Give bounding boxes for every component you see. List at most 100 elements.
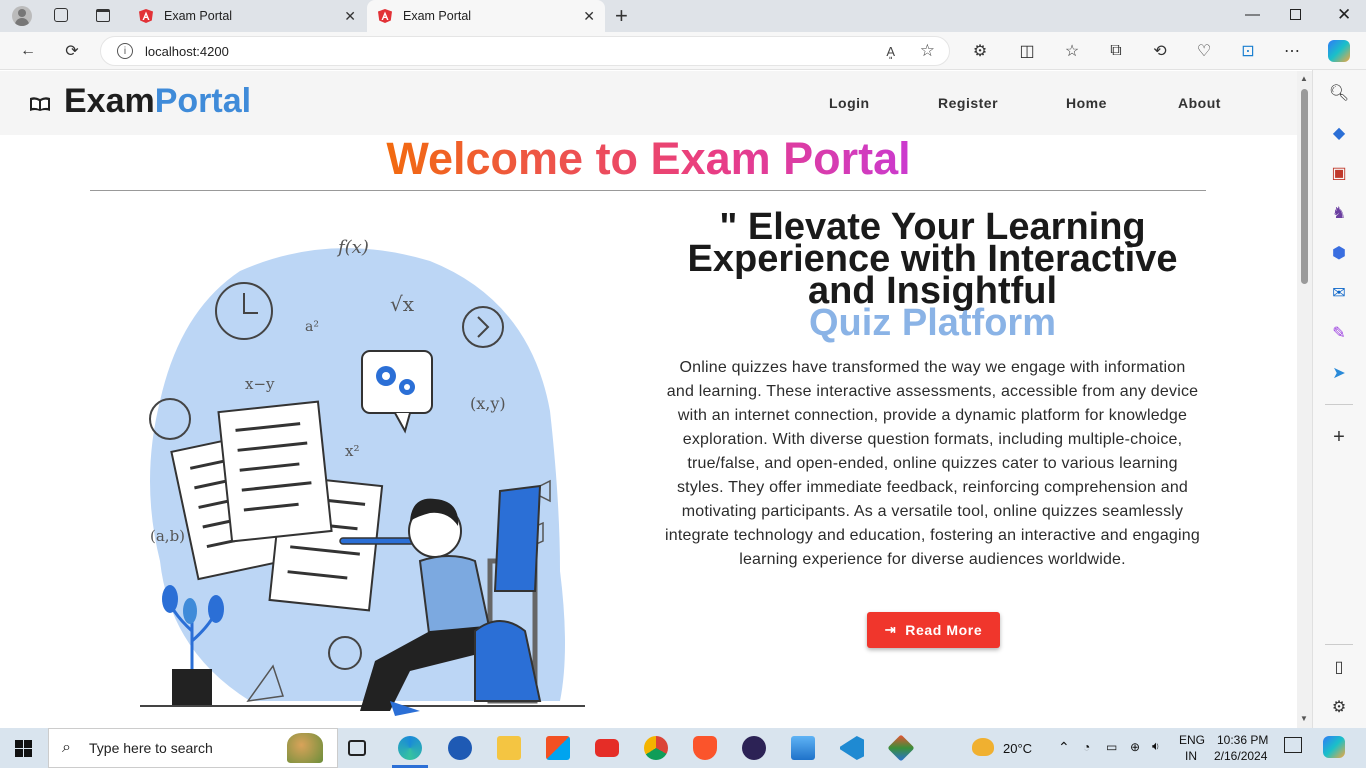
windows-taskbar: ⌕ Type here to search 20°C ⌃ ◔ ▭ ⊕ 🔉︎ EN…: [0, 728, 1366, 768]
close-icon[interactable]: ✕: [583, 8, 595, 25]
tab-strip: Exam Portal ✕ Exam Portal ✕ + — ✕: [0, 0, 1366, 32]
tools-icon[interactable]: ▣: [1328, 162, 1350, 184]
heading-accent: Quiz Platform: [808, 302, 1057, 344]
weather-temp[interactable]: 20°C: [1003, 741, 1032, 756]
outlook-icon[interactable]: ✉: [1328, 282, 1350, 304]
workspaces-icon[interactable]: [54, 8, 68, 22]
store-icon[interactable]: [546, 736, 570, 760]
network-icon[interactable]: ◔: [1083, 740, 1090, 754]
more-menu-icon[interactable]: ⋯: [1282, 41, 1302, 61]
language-in[interactable]: IN: [1185, 749, 1197, 763]
favorites-icon[interactable]: ☆: [1062, 41, 1082, 61]
scroll-down-arrow-icon[interactable]: ▼: [1300, 714, 1308, 723]
sidebar-divider: [1325, 644, 1353, 645]
web-page: ExamPortal Login Register Home About Wel…: [0, 71, 1297, 728]
copilot-icon[interactable]: [1328, 40, 1350, 62]
profile-icon[interactable]: [12, 6, 32, 26]
brand-exam: Exam: [64, 82, 155, 120]
screenshot-icon[interactable]: ⊡: [1238, 41, 1258, 61]
tab-title: Exam Portal: [164, 9, 233, 23]
tab-title: Exam Portal: [403, 9, 472, 23]
youtube-icon[interactable]: [595, 739, 619, 757]
nav-about[interactable]: About: [1178, 95, 1221, 111]
nav-home[interactable]: Home: [1066, 95, 1107, 111]
games-icon[interactable]: ♞: [1328, 202, 1350, 224]
windows-start-icon[interactable]: [15, 740, 32, 757]
read-more-label: Read More: [905, 622, 983, 638]
scroll-thumb[interactable]: [1301, 89, 1308, 284]
favorite-star-icon[interactable]: ☆: [920, 41, 935, 61]
designer-icon[interactable]: ✎: [1328, 322, 1350, 344]
notepad-app-icon[interactable]: [448, 736, 472, 760]
brave-icon[interactable]: [693, 736, 717, 760]
student-quiz-illustration: f(x) √x a² x−y (x,y) x² (a,b): [140, 237, 585, 716]
bird-icon: [287, 733, 323, 763]
divider: [90, 190, 1206, 191]
send-icon[interactable]: ➤: [1328, 362, 1350, 384]
window-close-icon[interactable]: ✕: [1337, 5, 1351, 25]
task-view-icon[interactable]: [348, 740, 366, 756]
photos-icon[interactable]: [791, 736, 815, 760]
copilot-taskbar-icon[interactable]: [1323, 736, 1345, 758]
tab-exam-portal-1[interactable]: Exam Portal ✕: [128, 0, 366, 32]
nav-login[interactable]: Login: [829, 95, 870, 111]
chrome-icon[interactable]: [644, 736, 668, 760]
settings-icon[interactable]: ⚙: [1328, 696, 1350, 718]
history-icon[interactable]: ⟲: [1150, 41, 1170, 61]
tab-exam-portal-2[interactable]: Exam Portal ✕: [367, 0, 605, 32]
brand-logo[interactable]: ExamPortal: [64, 82, 251, 121]
taskbar-search[interactable]: ⌕ Type here to search: [48, 728, 338, 768]
minimize-icon[interactable]: —: [1245, 6, 1260, 23]
collections-icon[interactable]: ⧉: [1106, 41, 1126, 61]
read-aloud-icon[interactable]: A͈: [886, 44, 895, 59]
eclipse-icon[interactable]: [742, 736, 766, 760]
page-scrollbar[interactable]: ▲ ▼: [1297, 71, 1312, 728]
svg-text:a²: a²: [305, 319, 319, 335]
read-more-button[interactable]: ⇥ Read More: [867, 612, 1000, 648]
extensions-icon[interactable]: ⚙: [970, 41, 990, 61]
notification-icon[interactable]: [1284, 737, 1302, 753]
close-icon[interactable]: ✕: [344, 8, 356, 25]
add-icon[interactable]: +: [1328, 426, 1350, 448]
hero-heading: " Elevate Your Learning Experience with …: [655, 208, 1210, 344]
back-icon[interactable]: ←: [18, 41, 38, 61]
search-icon: ⌕: [62, 739, 71, 756]
edge-app-icon[interactable]: [398, 736, 422, 760]
new-tab-button[interactable]: +: [615, 3, 628, 29]
clock-date[interactable]: 2/16/2024: [1214, 749, 1267, 763]
svg-text:x−y: x−y: [245, 375, 275, 393]
sidebar-toggle-icon[interactable]: ▯: [1328, 656, 1350, 678]
tab-actions-icon[interactable]: [96, 9, 110, 22]
book-icon: [29, 96, 51, 112]
search-placeholder: Type here to search: [89, 740, 213, 756]
hero-description: Online quizzes have transformed the way …: [665, 359, 1200, 568]
refresh-icon[interactable]: ⟳: [62, 41, 82, 61]
microsoft365-icon[interactable]: ⬢: [1328, 242, 1350, 264]
file-explorer-icon[interactable]: [497, 736, 521, 760]
url-text[interactable]: localhost:4200: [145, 44, 229, 59]
volume-icon[interactable]: 🔉︎: [1152, 739, 1160, 754]
weather-icon[interactable]: [972, 738, 994, 756]
svg-text:x²: x²: [345, 442, 359, 460]
restore-icon[interactable]: [1290, 9, 1301, 20]
battery-icon[interactable]: ▭: [1106, 740, 1117, 754]
address-bar[interactable]: i localhost:4200 A͈ ☆: [100, 36, 950, 66]
svg-text:(a,b): (a,b): [150, 527, 185, 545]
vscode-icon[interactable]: [840, 736, 864, 760]
sidebar-divider: [1325, 404, 1353, 405]
performance-icon[interactable]: ♡: [1194, 41, 1214, 61]
clock-time[interactable]: 10:36 PM: [1217, 733, 1268, 747]
app-header: ExamPortal Login Register Home About: [0, 71, 1297, 135]
scroll-up-arrow-icon[interactable]: ▲: [1300, 74, 1308, 83]
split-screen-icon[interactable]: ◫: [1017, 41, 1037, 61]
browser-toolbar: ← ⟳ i localhost:4200 A͈ ☆ ⚙ ◫ ☆ ⧉ ⟲ ♡ ⊡ …: [0, 32, 1366, 70]
language-eng[interactable]: ENG: [1179, 733, 1205, 747]
git-icon[interactable]: [887, 734, 915, 762]
meet-icon[interactable]: ⊕: [1130, 740, 1140, 754]
shopping-icon[interactable]: ◆: [1328, 122, 1350, 144]
login-arrow-icon: ⇥: [884, 622, 897, 637]
site-info-icon[interactable]: i: [117, 43, 133, 59]
search-icon[interactable]: 🔍︎: [1328, 82, 1350, 104]
nav-register[interactable]: Register: [938, 95, 998, 111]
chevron-up-icon[interactable]: ⌃: [1058, 739, 1070, 756]
